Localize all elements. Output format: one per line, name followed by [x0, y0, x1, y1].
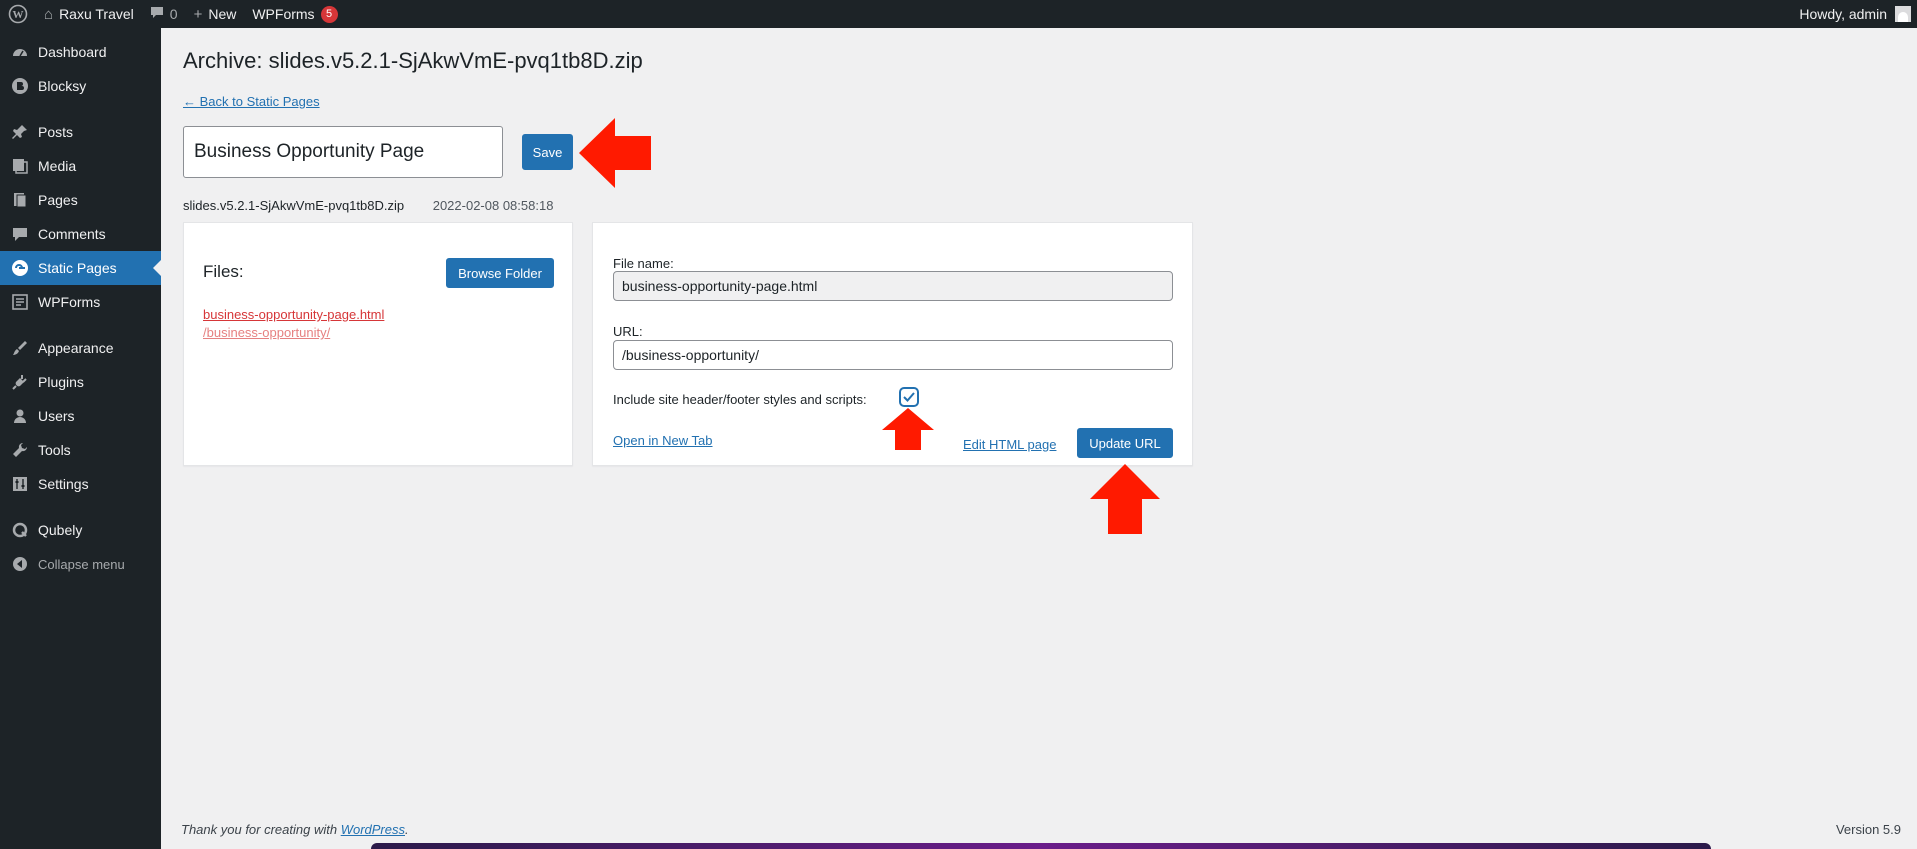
- annotation-arrow-left: [579, 118, 651, 188]
- sidebar-item-posts[interactable]: Posts: [0, 115, 161, 149]
- sidebar-item-label: Collapse menu: [38, 556, 125, 572]
- sidebar-item-label: WPForms: [38, 294, 101, 310]
- sidebar-item-wpforms[interactable]: WPForms: [0, 285, 161, 319]
- admin-bar: W ⌂ Raxu Travel 0 + New WPForms 5 Howdy,…: [0, 0, 1917, 28]
- archive-date: 2022-02-08 08:58:18: [432, 198, 554, 213]
- sidebar-item-plugins[interactable]: Plugins: [0, 365, 161, 399]
- sidebar-item-qubely[interactable]: Qubely: [0, 513, 161, 547]
- sidebar-item-label: Dashboard: [38, 44, 107, 60]
- main-content: Archive: slides.v5.2.1-SjAkwVmE-pvq1tb8D…: [161, 28, 1917, 849]
- url-field[interactable]: [613, 340, 1173, 370]
- blocksy-icon: [10, 76, 30, 96]
- wordpress-link[interactable]: WordPress: [341, 822, 405, 837]
- page-name-input[interactable]: [183, 126, 503, 178]
- sidebar-item-users[interactable]: Users: [0, 399, 161, 433]
- update-url-button[interactable]: Update URL: [1077, 428, 1173, 458]
- footer-thanks-prefix: Thank you for creating with: [181, 822, 341, 837]
- settings-icon: [10, 474, 30, 494]
- sidebar-item-label: Users: [38, 408, 75, 424]
- sidebar-item-label: Appearance: [38, 340, 114, 356]
- qubely-icon: [10, 520, 30, 540]
- sidebar-item-label: Comments: [38, 226, 106, 242]
- sidebar-item-media[interactable]: Media: [0, 149, 161, 183]
- archive-meta: slides.v5.2.1-SjAkwVmE-pvq1tb8D.zip 2022…: [183, 198, 553, 213]
- wpforms-label: WPForms: [252, 6, 315, 22]
- file-name-field[interactable]: [613, 271, 1173, 301]
- pages-icon: [10, 190, 30, 210]
- files-panel: Files: Browse Folder business-opportunit…: [183, 222, 573, 466]
- page-title: Archive: slides.v5.2.1-SjAkwVmE-pvq1tb8D…: [183, 48, 643, 73]
- archive-filename: slides.v5.2.1-SjAkwVmE-pvq1tb8D.zip: [183, 198, 405, 213]
- annotation-arrow-up-checkbox: [882, 408, 934, 450]
- sidebar-item-label: Plugins: [38, 374, 84, 390]
- sidebar-item-label: Pages: [38, 192, 78, 208]
- edit-html-page-link[interactable]: Edit HTML page: [963, 437, 1056, 452]
- file-path-link[interactable]: /business-opportunity/: [203, 325, 330, 340]
- sidebar-item-label: Static Pages: [38, 260, 117, 276]
- site-name: Raxu Travel: [59, 6, 134, 22]
- svg-text:W: W: [13, 9, 24, 21]
- footer-thanks: Thank you for creating with WordPress.: [181, 822, 409, 837]
- footer-thanks-suffix: .: [405, 822, 409, 837]
- my-account-menu[interactable]: Howdy, admin: [1799, 6, 1917, 22]
- sidebar-item-settings[interactable]: Settings: [0, 467, 161, 501]
- url-label: URL:: [613, 324, 643, 339]
- sidebar-item-label: Media: [38, 158, 77, 174]
- static-pages-icon: [10, 258, 30, 278]
- new-label: New: [208, 6, 237, 22]
- collapse-menu-button[interactable]: Collapse menu: [0, 547, 161, 581]
- sidebar-item-blocksy[interactable]: Blocksy: [0, 69, 161, 103]
- collapse-icon: [10, 554, 30, 574]
- sidebar-item-static-pages[interactable]: Static Pages: [0, 251, 161, 285]
- open-in-new-tab-link[interactable]: Open in New Tab: [613, 433, 713, 448]
- comments-count: 0: [169, 6, 178, 22]
- sidebar-item-dashboard[interactable]: Dashboard: [0, 35, 161, 69]
- sidebar-item-label: Blocksy: [38, 78, 87, 94]
- home-icon: ⌂: [44, 5, 54, 23]
- checkmark-icon: [903, 392, 915, 402]
- browse-folder-button[interactable]: Browse Folder: [446, 258, 554, 288]
- sidebar-item-label: Settings: [38, 476, 89, 492]
- version-text: Version 5.9: [1835, 822, 1901, 837]
- back-to-static-pages-link[interactable]: ← Back to Static Pages: [183, 94, 320, 109]
- sidebar-item-pages[interactable]: Pages: [0, 183, 161, 217]
- dashboard-icon: [10, 42, 30, 62]
- file-name-label: File name:: [613, 256, 674, 271]
- file-link[interactable]: business-opportunity-page.html: [203, 307, 384, 322]
- plugin-icon: [10, 372, 30, 392]
- comments-menu[interactable]: 0: [142, 0, 186, 28]
- sidebar-item-label: Qubely: [38, 522, 83, 538]
- save-button[interactable]: Save: [522, 134, 573, 170]
- new-content-menu[interactable]: + New: [186, 0, 245, 28]
- sidebar-item-label: Tools: [38, 442, 71, 458]
- notification-badge: 5: [320, 5, 338, 23]
- howdy-text: Howdy, admin: [1799, 6, 1887, 22]
- sidebar-item-tools[interactable]: Tools: [0, 433, 161, 467]
- brush-icon: [10, 338, 30, 358]
- pin-icon: [10, 122, 30, 142]
- plus-icon: +: [193, 5, 203, 23]
- sidebar-item-appearance[interactable]: Appearance: [0, 331, 161, 365]
- user-icon: [10, 406, 30, 426]
- avatar: [1895, 6, 1911, 22]
- include-header-footer-label: Include site header/footer styles and sc…: [613, 392, 867, 407]
- wrench-icon: [10, 440, 30, 460]
- files-heading: Files:: [203, 262, 244, 281]
- include-header-footer-checkbox[interactable]: [900, 388, 918, 406]
- wordpress-logo-icon[interactable]: W: [0, 0, 36, 28]
- media-icon: [10, 156, 30, 176]
- site-name-menu[interactable]: ⌂ Raxu Travel: [36, 0, 142, 28]
- sidebar-item-label: Posts: [38, 124, 74, 140]
- wpforms-menu[interactable]: WPForms 5: [244, 0, 345, 28]
- bottom-edge-bar: [371, 843, 1711, 849]
- sidebar-item-comments[interactable]: Comments: [0, 217, 161, 251]
- annotation-arrow-up-update: [1090, 464, 1160, 534]
- wpforms-icon: [10, 292, 30, 312]
- comments-icon: [10, 224, 30, 244]
- admin-sidebar: Dashboard Blocksy Posts Media Pages Comm…: [0, 28, 161, 849]
- comment-bubble-icon: [150, 6, 164, 23]
